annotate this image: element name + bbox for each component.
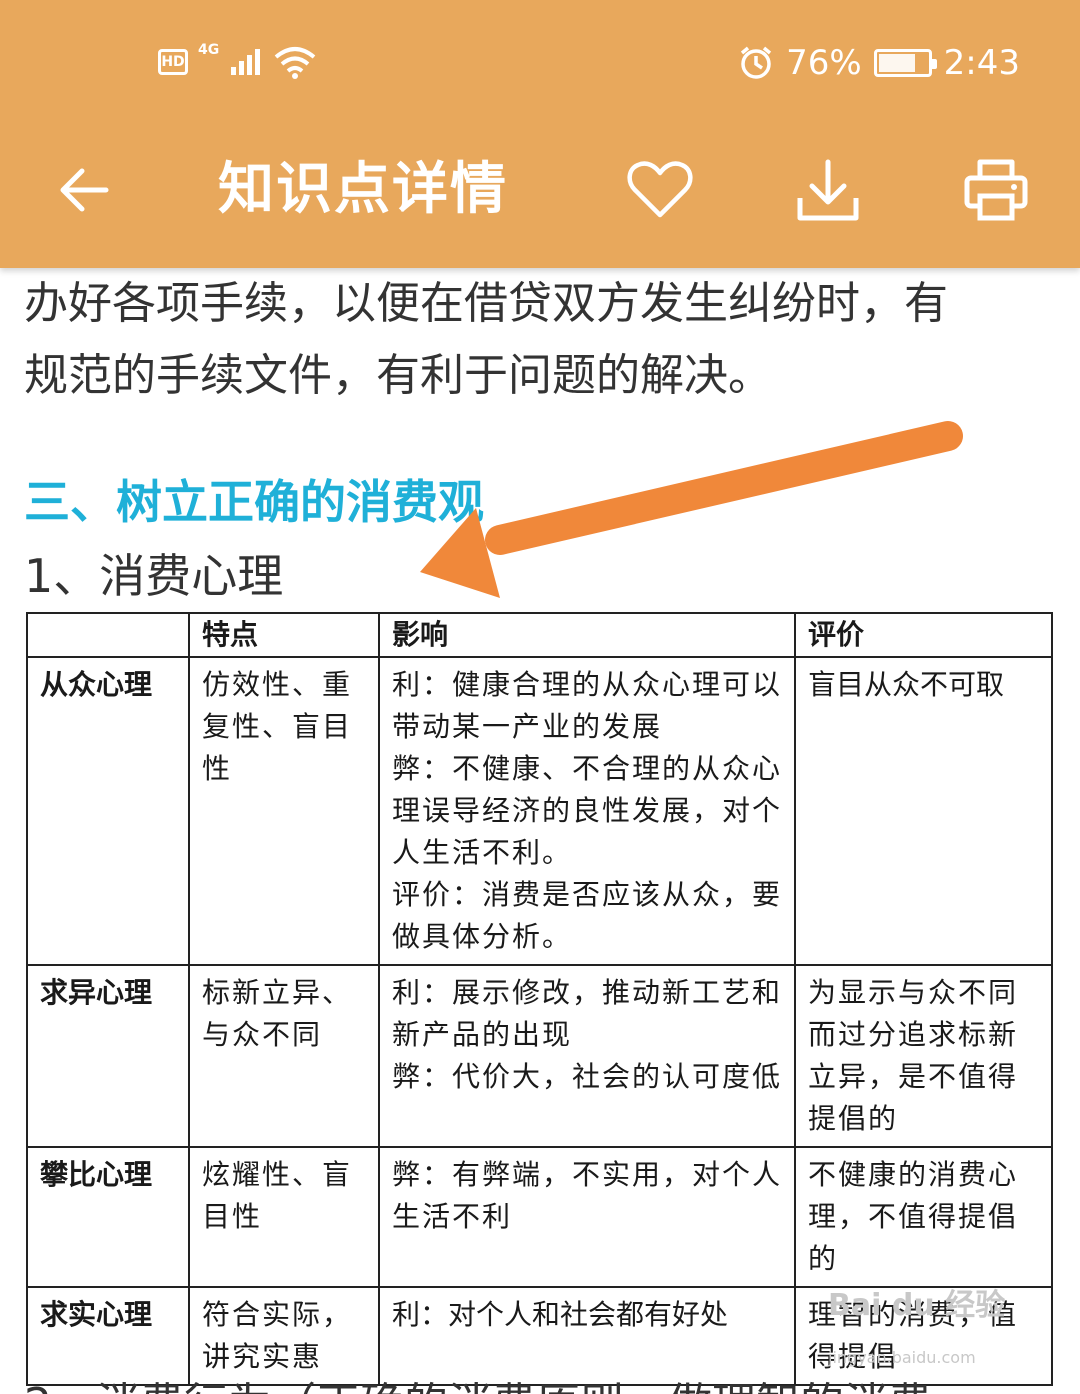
heart-icon bbox=[627, 161, 693, 218]
hd-badge: HD bbox=[158, 49, 188, 75]
next-heading-partial: 2、消费行为（正确的消费原则，做理智的消费 bbox=[24, 1368, 932, 1394]
impact-line: 弊：不健康、不合理的从众心理误导经济的良性发展，对个人生活不利。 bbox=[392, 752, 783, 869]
row-name: 从众心理 bbox=[26, 656, 190, 966]
back-button[interactable] bbox=[44, 150, 124, 230]
row-traits: 仿效性、重复性、盲目性 bbox=[188, 656, 380, 966]
row-evaluation: 不健康的消费心理，不值得提倡的 bbox=[794, 1146, 1053, 1288]
page-title: 知识点详情 bbox=[218, 157, 508, 222]
row-name: 攀比心理 bbox=[26, 1146, 190, 1288]
wifi-icon bbox=[274, 47, 316, 79]
row-traits: 炫耀性、盲目性 bbox=[188, 1146, 380, 1288]
impact-line: 弊：有弊端，不实用，对个人生活不利 bbox=[392, 1158, 783, 1233]
row-traits: 标新立异、与众不同 bbox=[188, 964, 380, 1148]
header-traits: 特点 bbox=[188, 612, 380, 658]
arrow-left-icon bbox=[60, 168, 109, 212]
battery-icon bbox=[873, 49, 937, 77]
clock: 2:43 bbox=[943, 43, 1020, 83]
alarm-icon bbox=[740, 46, 772, 79]
impact-line: 弊：代价大，社会的认可度低 bbox=[392, 1060, 783, 1093]
table-row: 求异心理 标新立异、与众不同 利：展示修改，推动新工艺和新产品的出现 弊：代价大… bbox=[26, 964, 1053, 1148]
row-impact: 利：展示修改，推动新工艺和新产品的出现 弊：代价大，社会的认可度低 bbox=[378, 964, 796, 1148]
impact-line: 利：展示修改，推动新工艺和新产品的出现 bbox=[392, 976, 783, 1051]
download-button[interactable] bbox=[788, 150, 868, 230]
status-bar: HD 4G 76% 2:43 bbox=[0, 0, 1080, 120]
row-name: 求异心理 bbox=[26, 964, 190, 1148]
row-impact: 弊：有弊端，不实用，对个人生活不利 bbox=[378, 1146, 796, 1288]
section-title: 三、树立正确的消费观 bbox=[24, 475, 484, 529]
impact-line: 利：对个人和社会都有好处 bbox=[392, 1298, 729, 1331]
baidu-watermark-url: jingyan.baidu.com bbox=[828, 1348, 976, 1367]
baidu-watermark: Bai du 经验 bbox=[828, 1288, 1006, 1323]
sub-title: 1、消费心理 bbox=[24, 549, 284, 603]
row-evaluation: 盲目从众不可取 bbox=[794, 656, 1053, 966]
table-row: 从众心理 仿效性、重复性、盲目性 利：健康合理的从众心理可以带动某一产业的发展 … bbox=[26, 656, 1053, 966]
network-type: 4G bbox=[198, 42, 220, 58]
signal-icon bbox=[231, 49, 261, 75]
header-impact: 影响 bbox=[378, 612, 796, 658]
table-header-row: 特点 影响 评价 bbox=[26, 612, 1053, 658]
table-row: 攀比心理 炫耀性、盲目性 弊：有弊端，不实用，对个人生活不利 不健康的消费心理，… bbox=[26, 1146, 1053, 1288]
print-button[interactable] bbox=[956, 150, 1036, 230]
download-icon bbox=[797, 159, 859, 221]
app-bar: HD 4G 76% 2:43 知识点详情 bbox=[0, 0, 1080, 268]
consumer-psychology-table: 特点 影响 评价 从众心理 仿效性、重复性、盲目性 利：健康合理的从众心理可以带… bbox=[26, 612, 1053, 1386]
status-right: 76% 2:43 bbox=[738, 38, 1020, 88]
row-evaluation: 为显示与众不同而过分追求标新立异，是不值得提倡的 bbox=[794, 964, 1053, 1148]
printer-icon bbox=[964, 159, 1028, 221]
battery-percent: 76% bbox=[786, 43, 862, 83]
favorite-button[interactable] bbox=[620, 150, 700, 230]
battery-level bbox=[878, 54, 916, 72]
impact-line: 评价：消费是否应该从众，要做具体分析。 bbox=[392, 878, 783, 953]
paragraph-line-2: 规范的手续文件，有利于问题的解决。 bbox=[24, 350, 772, 401]
row-impact: 利：健康合理的从众心理可以带动某一产业的发展 弊：不健康、不合理的从众心理误导经… bbox=[378, 656, 796, 966]
toolbar: 知识点详情 bbox=[0, 120, 1080, 268]
paragraph-line-1: 办好各项手续，以便在借贷双方发生纠纷时，有 bbox=[24, 278, 948, 329]
header-evaluation: 评价 bbox=[794, 612, 1053, 658]
impact-line: 利：健康合理的从众心理可以带动某一产业的发展 bbox=[392, 668, 783, 743]
header-empty bbox=[26, 612, 190, 658]
status-left: HD 4G bbox=[158, 42, 317, 82]
